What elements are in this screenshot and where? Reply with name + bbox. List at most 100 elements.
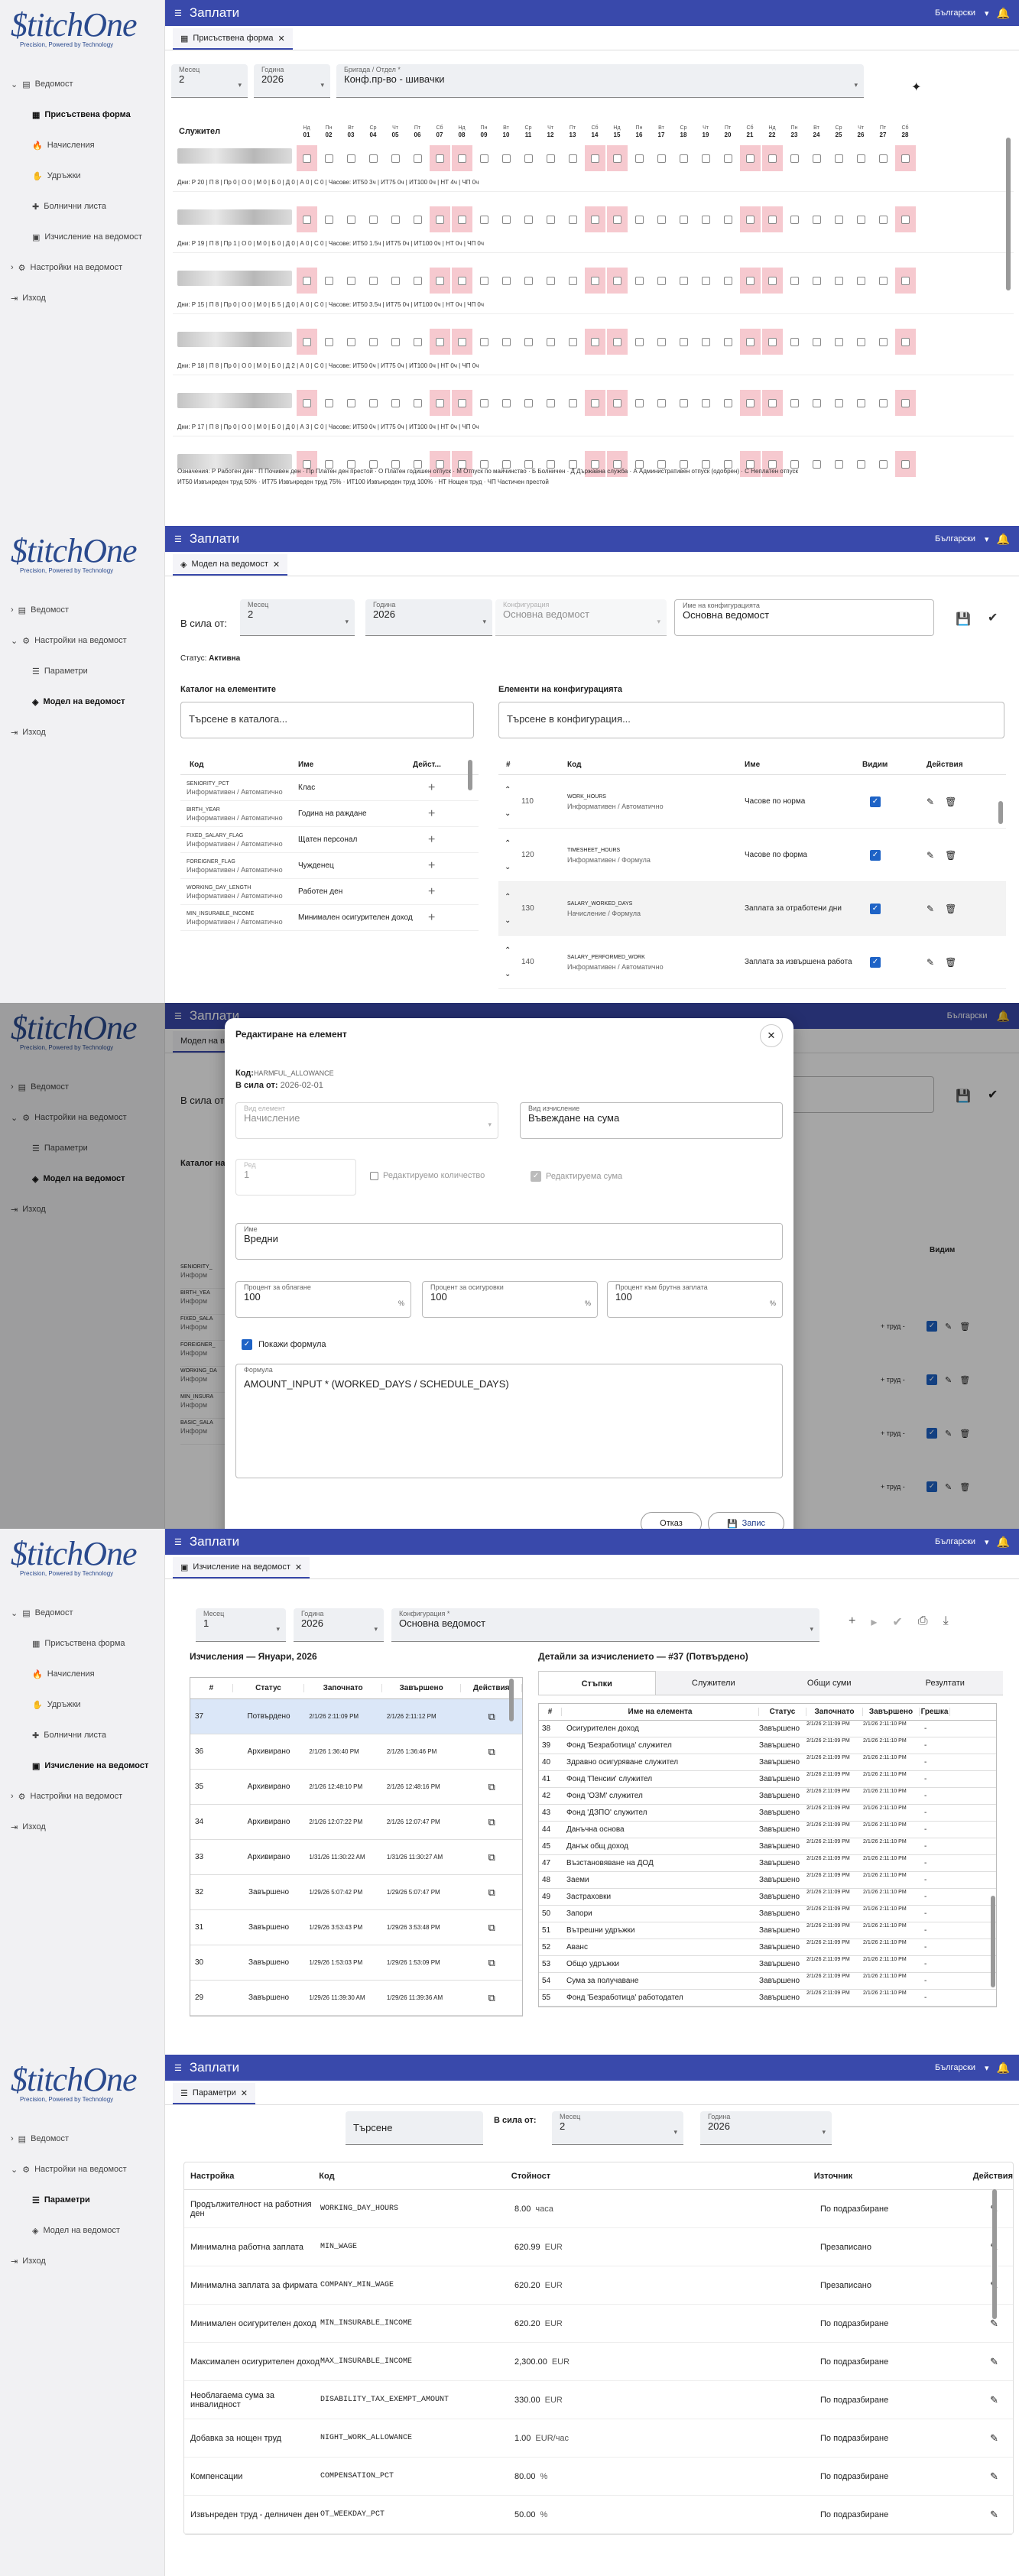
checkbox[interactable] <box>458 398 466 407</box>
language-select[interactable]: Български <box>935 534 975 543</box>
checkbox[interactable] <box>813 337 821 346</box>
scrollbar[interactable] <box>992 2189 997 2319</box>
checkbox[interactable] <box>303 154 311 163</box>
edit-icon[interactable]: ✎ <box>990 2356 998 2368</box>
scrollbar[interactable] <box>991 1896 995 1987</box>
day-cell[interactable] <box>895 390 916 416</box>
day-cell[interactable] <box>673 206 694 232</box>
checkbox[interactable] <box>369 337 378 346</box>
day-cell[interactable] <box>385 390 406 416</box>
day-cell[interactable] <box>740 390 761 416</box>
checkbox[interactable] <box>502 154 511 163</box>
day-cell[interactable] <box>407 145 428 171</box>
checkbox[interactable] <box>480 215 488 224</box>
day-cell[interactable] <box>696 268 716 294</box>
checkbox[interactable] <box>702 398 710 407</box>
checkbox[interactable] <box>813 398 821 407</box>
day-cell[interactable] <box>385 329 406 355</box>
edit-icon[interactable]: ✎ <box>927 850 934 861</box>
day-cell[interactable] <box>563 206 583 232</box>
day-cell[interactable] <box>363 206 384 232</box>
checkbox[interactable] <box>879 398 888 407</box>
nav-deductions[interactable]: ✋ Удръжки <box>0 1689 164 1720</box>
menu-icon[interactable]: ☰ <box>174 8 182 18</box>
day-cell[interactable] <box>496 268 517 294</box>
checkbox[interactable] <box>391 459 400 469</box>
day-cell[interactable] <box>873 390 894 416</box>
config-search[interactable]: Търсене в конфигурация... <box>498 702 1004 738</box>
day-cell[interactable] <box>496 329 517 355</box>
language-select[interactable]: Български <box>935 8 975 18</box>
sparkle-icon[interactable]: ✦ <box>911 79 921 95</box>
checkbox[interactable] <box>657 459 666 469</box>
day-cell[interactable] <box>563 145 583 171</box>
checkbox[interactable] <box>857 459 865 469</box>
checkbox[interactable] <box>391 337 400 346</box>
checkbox[interactable] <box>635 276 644 285</box>
checkbox[interactable] <box>502 215 511 224</box>
chevron-down-icon[interactable]: ⌄ <box>505 917 521 925</box>
checkbox[interactable] <box>657 215 666 224</box>
checkbox[interactable] <box>746 398 755 407</box>
nav-logout[interactable]: ⇥ Изход <box>0 2246 164 2276</box>
run-row[interactable]: 34 Архивирано 2/1/26 12:07:22 PM 2/1/26 12:… <box>190 1805 522 1840</box>
day-cell[interactable] <box>851 329 871 355</box>
checkbox[interactable] <box>569 276 577 285</box>
day-cell[interactable] <box>762 329 783 355</box>
day-cell[interactable] <box>784 206 805 232</box>
open-icon[interactable]: ⧉ <box>461 1992 522 2004</box>
day-cell[interactable] <box>651 145 672 171</box>
checkbox[interactable] <box>569 215 577 224</box>
nav-model[interactable]: ◈ Модел на ведомост <box>0 686 164 717</box>
run-row[interactable]: 29 Завършено 1/29/26 11:39:30 AM 1/29/26 11… <box>190 1981 522 2016</box>
open-icon[interactable]: ⧉ <box>461 1781 522 1793</box>
config-select[interactable]: Конфигурация Основна ведомост ▾ <box>495 599 667 636</box>
checkbox[interactable] <box>613 459 621 469</box>
day-cell[interactable] <box>696 145 716 171</box>
month-select[interactable]: Месец 2 ▾ <box>240 599 355 636</box>
checkbox[interactable] <box>591 276 599 285</box>
checkbox[interactable] <box>325 398 333 407</box>
checkbox[interactable] <box>613 276 621 285</box>
checkbox-checked[interactable]: ✓ <box>870 796 881 807</box>
detail-tab[interactable]: Резултати <box>887 1671 1003 1695</box>
day-cell[interactable] <box>540 329 561 355</box>
day-cell[interactable] <box>385 268 406 294</box>
show-formula-toggle[interactable]: ✓ Покажи формула <box>242 1339 326 1350</box>
year-select[interactable]: Година 2026 ▾ <box>294 1608 384 1642</box>
checkbox[interactable] <box>879 154 888 163</box>
scrollbar[interactable] <box>1006 138 1011 290</box>
checkbox[interactable] <box>768 459 777 469</box>
run-row[interactable]: 33 Архивирано 1/31/26 11:30:22 AM 1/31/26 1… <box>190 1840 522 1875</box>
day-cell[interactable] <box>806 206 827 232</box>
checkbox[interactable] <box>547 154 555 163</box>
checkbox[interactable] <box>835 398 843 407</box>
day-cell[interactable] <box>297 329 317 355</box>
nav-calc[interactable]: ▣ Изчисление на ведомост <box>0 222 164 252</box>
checkbox[interactable] <box>813 215 821 224</box>
checkbox[interactable] <box>303 398 311 407</box>
checkbox[interactable] <box>391 276 400 285</box>
bell-icon[interactable]: 🔔 <box>997 7 1010 20</box>
checkbox[interactable] <box>813 459 821 469</box>
day-cell[interactable] <box>474 145 495 171</box>
checkbox[interactable] <box>680 337 688 346</box>
day-cell[interactable] <box>474 390 495 416</box>
checkbox[interactable] <box>702 459 710 469</box>
day-cell[interactable] <box>363 145 384 171</box>
day-cell[interactable] <box>430 329 450 355</box>
add-icon[interactable]: + <box>428 885 435 899</box>
day-cell[interactable] <box>297 145 317 171</box>
delete-icon[interactable]: 🗑 <box>945 904 956 914</box>
day-cell[interactable] <box>829 268 849 294</box>
checkbox[interactable] <box>458 276 466 285</box>
delete-icon[interactable]: 🗑 <box>945 957 956 968</box>
day-cell[interactable] <box>851 206 871 232</box>
day-cell[interactable] <box>718 268 738 294</box>
checkbox[interactable] <box>414 154 422 163</box>
day-cell[interactable] <box>452 206 472 232</box>
checkbox[interactable] <box>436 337 444 346</box>
tab-calc[interactable]: ▣ Изчисление на ведомост ✕ <box>173 1557 310 1578</box>
day-cell[interactable] <box>651 268 672 294</box>
checkbox[interactable] <box>347 398 355 407</box>
